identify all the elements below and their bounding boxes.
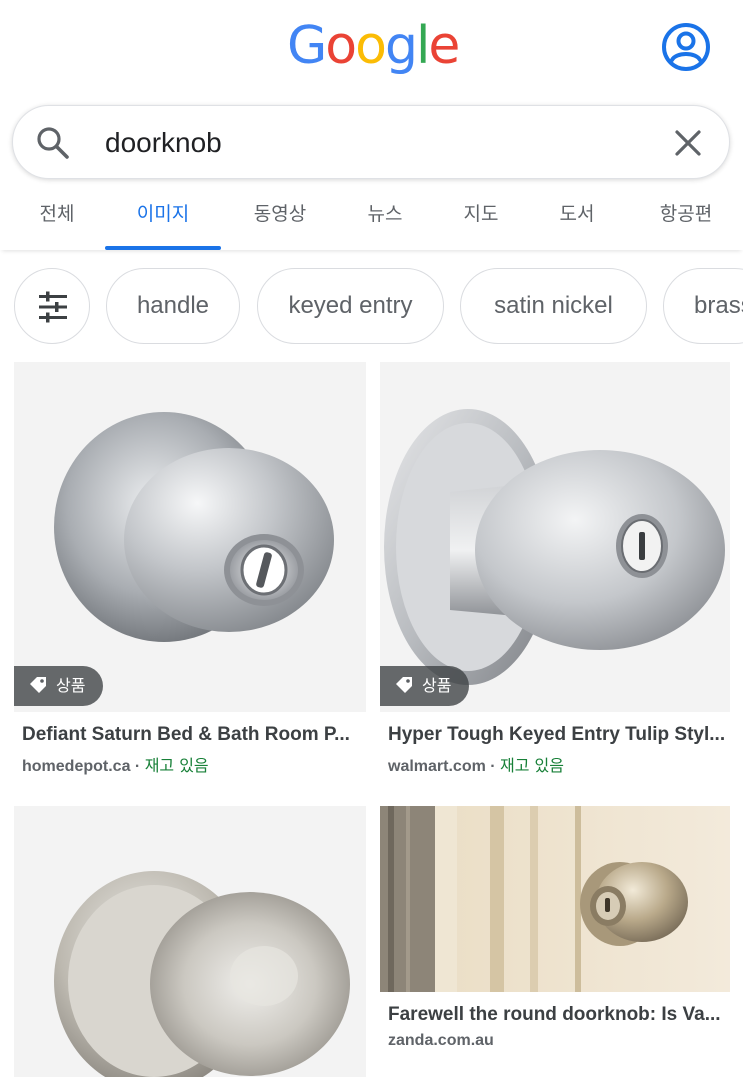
result-image[interactable] — [380, 806, 730, 992]
source-separator: · — [485, 758, 501, 775]
tag-icon — [396, 677, 412, 693]
chip-brass[interactable]: brass — [663, 268, 743, 344]
tab-maps[interactable]: 지도 — [446, 188, 516, 250]
result-title[interactable]: Hyper Tough Keyed Entry Tulip Styl... — [388, 724, 728, 746]
source-domain: walmart.com — [388, 758, 486, 775]
stock-status: 재고 있음 — [500, 756, 564, 775]
product-badge: 상품 — [14, 666, 104, 706]
result-card[interactable] — [14, 806, 366, 1077]
refinement-chips: handle keyed entry satin nickel brass — [0, 268, 743, 346]
doorknob-image — [380, 362, 730, 712]
logo-letter: l — [415, 16, 431, 76]
source-domain: zanda.com.au — [388, 1032, 494, 1049]
doorknob-image — [380, 806, 730, 992]
google-logo[interactable]: Google — [287, 14, 460, 78]
close-icon[interactable] — [671, 126, 705, 160]
tab-videos[interactable]: 동영상 — [234, 188, 326, 250]
chip-satin-nickel[interactable]: satin nickel — [460, 268, 647, 344]
logo-letter: e — [428, 16, 460, 76]
logo-letter: o — [355, 16, 387, 76]
result-image[interactable]: 상품 — [380, 362, 730, 712]
tab-news[interactable]: 뉴스 — [350, 188, 420, 250]
account-circle-icon — [662, 23, 710, 71]
source-domain: homedepot.ca — [22, 758, 131, 775]
result-title[interactable]: Defiant Saturn Bed & Bath Room P... — [22, 724, 362, 746]
search-tabs: 전체 이미지 동영상 뉴스 지도 도서 항공편 — [0, 188, 743, 250]
search-bar[interactable]: doorknob — [12, 105, 730, 179]
result-card[interactable]: 상품 Hyper Tough Keyed Entry Tulip Styl...… — [380, 362, 730, 782]
result-card[interactable]: 상품 Defiant Saturn Bed & Bath Room P... h… — [14, 362, 366, 782]
result-card[interactable]: Farewell the round doorknob: Is Va... za… — [380, 806, 730, 1077]
result-source: zanda.com.au — [388, 1032, 494, 1050]
active-tab-indicator — [105, 246, 221, 250]
search-input[interactable]: doorknob — [105, 124, 222, 162]
tab-books[interactable]: 도서 — [542, 188, 612, 250]
stock-status: 재고 있음 — [144, 756, 209, 775]
tab-all[interactable]: 전체 — [20, 188, 94, 250]
logo-letter: g — [384, 16, 418, 76]
doorknob-image — [14, 806, 366, 1077]
product-badge: 상품 — [380, 666, 470, 706]
filter-button[interactable] — [14, 268, 90, 344]
source-separator: · — [130, 758, 145, 775]
badge-label: 상품 — [56, 676, 86, 695]
tag-icon — [30, 677, 46, 693]
chip-keyed-entry[interactable]: keyed entry — [257, 268, 444, 344]
tune-icon — [39, 291, 67, 323]
account-button[interactable] — [660, 21, 712, 73]
doorknob-image — [14, 362, 366, 712]
result-image[interactable] — [14, 806, 366, 1077]
logo-letter: o — [325, 16, 357, 76]
result-title[interactable]: Farewell the round doorknob: Is Va... — [388, 1004, 728, 1026]
header: Google — [0, 0, 743, 96]
result-image[interactable]: 상품 — [14, 362, 366, 712]
badge-label: 상품 — [422, 676, 452, 695]
tab-images[interactable]: 이미지 — [105, 188, 221, 250]
search-icon[interactable] — [35, 125, 71, 161]
result-source: walmart.com · 재고 있음 — [388, 752, 564, 776]
result-source: homedepot.ca · 재고 있음 — [22, 752, 209, 776]
tab-flights[interactable]: 항공편 — [640, 188, 732, 250]
chip-handle[interactable]: handle — [106, 268, 240, 344]
logo-letter: G — [287, 16, 327, 76]
